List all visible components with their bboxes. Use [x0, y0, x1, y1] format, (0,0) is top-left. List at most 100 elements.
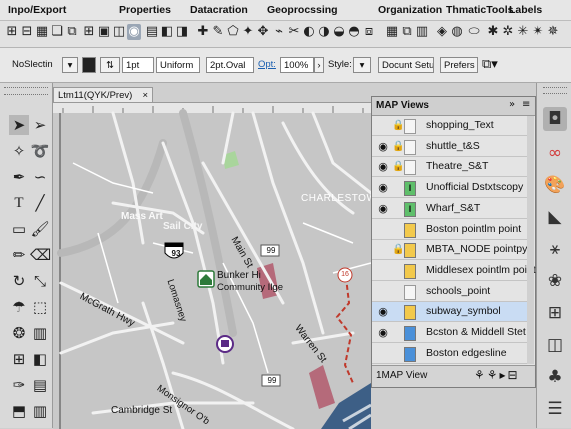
layer-row[interactable]: ◉ I Wharf_S&T	[372, 199, 527, 219]
document-tab[interactable]: Ltm11(QYK/Prev) ×	[53, 87, 153, 102]
layers-icon[interactable]: ❏	[50, 24, 64, 40]
snap-icon[interactable]: ✥	[256, 24, 270, 40]
order-icon[interactable]: ▥	[415, 24, 429, 40]
layers-panel-header[interactable]: MAP Views » ≡	[372, 97, 535, 116]
select-arrow-icon[interactable]: ➤	[9, 115, 29, 135]
menu-properties[interactable]: Properties	[119, 4, 171, 16]
layer-row[interactable]: schools_point	[372, 282, 527, 302]
chart-symbol-icon[interactable]: ◍	[450, 24, 464, 40]
view-icon[interactable]: ▤	[145, 24, 159, 40]
cloud-icon[interactable]: ∞	[543, 141, 567, 165]
copy-icon[interactable]: ⧉	[65, 24, 79, 40]
graph-icon[interactable]: ▥	[30, 323, 50, 343]
artboard-icon[interactable]: ⬒	[9, 401, 29, 421]
gradient-icon[interactable]: ◧	[30, 349, 50, 369]
tools-grip[interactable]	[4, 87, 48, 95]
stroke-swatch[interactable]	[82, 57, 96, 73]
grid-icon[interactable]: ⊞	[82, 24, 96, 40]
style-dropdown[interactable]: ▾	[353, 57, 371, 73]
align-icon[interactable]: ⊞	[543, 301, 567, 325]
export-icon[interactable]: ⊞	[5, 24, 19, 40]
line-create-icon[interactable]: ✎	[211, 24, 225, 40]
organize-icon[interactable]: ▦	[385, 24, 399, 40]
polygon-create-icon[interactable]: ⬠	[226, 24, 240, 40]
pen-icon[interactable]: ✒	[9, 167, 29, 187]
color-palette-icon[interactable]: 🎨	[543, 173, 567, 197]
lock-icon[interactable]: 🔒	[392, 160, 404, 173]
gradient-panel-icon[interactable]: ◣	[543, 205, 567, 229]
rectangle-icon[interactable]: ▭	[9, 219, 29, 239]
point-create-icon[interactable]: ✚	[196, 24, 210, 40]
layer-row[interactable]: Boston pointlm point	[372, 220, 527, 240]
visibility-eye-icon[interactable]: ◉	[376, 305, 390, 318]
graduated-icon[interactable]: ◈	[435, 24, 449, 40]
document-setup-button[interactable]: Docunt Setup	[378, 57, 434, 73]
symbol-sprayer-icon[interactable]: ❂	[9, 323, 29, 343]
pencil-icon[interactable]: ✏	[9, 245, 29, 265]
merge-icon[interactable]: ◓	[347, 24, 361, 40]
panel-menu-icon[interactable]: ≡	[522, 99, 530, 110]
buffer-icon[interactable]: ⌁	[272, 24, 286, 40]
opacity-dropdown[interactable]: ›	[314, 57, 324, 73]
panel-actions-icon[interactable]: ⚘⚘▸⊟	[474, 368, 520, 382]
layer-row[interactable]: ◉ Bcston & Middell Stet	[372, 323, 527, 343]
menu-import-export[interactable]: Inpo/Export	[8, 4, 66, 16]
mesh-icon[interactable]: ⊞	[9, 349, 29, 369]
panel-collapse-icon[interactable]: »	[509, 99, 515, 110]
split-icon[interactable]: ⧈	[362, 24, 376, 40]
layer-row[interactable]: Boston edgesline	[372, 344, 527, 364]
menu-thematic-tools[interactable]: ThmaticTools	[446, 4, 513, 16]
ellipse-icon[interactable]: ⬭	[467, 24, 481, 40]
union-icon[interactable]: ◐	[302, 24, 316, 40]
symbols-icon[interactable]: ❀	[543, 269, 567, 293]
brush-icon[interactable]: 🖌	[30, 219, 50, 239]
eyedropper-icon[interactable]: ✑	[9, 375, 29, 395]
visibility-eye-icon[interactable]: ◉	[376, 326, 390, 339]
menu-datacreation[interactable]: Datacration	[190, 4, 248, 16]
label-settings-icon[interactable]: ✲	[501, 24, 515, 40]
layer-row[interactable]: 🔒 MBTA_NODE pointpy	[372, 240, 527, 261]
style-icon[interactable]: ◧	[160, 24, 174, 40]
group-icon[interactable]: ⧉	[400, 24, 414, 40]
line-icon[interactable]: ╱	[30, 193, 50, 213]
close-tab-icon[interactable]: ×	[142, 88, 148, 103]
magic-wand-icon[interactable]: ✧	[9, 141, 29, 161]
menu-geoprocessing[interactable]: Geoprocssing	[267, 4, 338, 16]
eraser-icon[interactable]: ⌫	[30, 245, 51, 265]
preferences-button[interactable]: Prefers	[440, 57, 478, 73]
curvature-icon[interactable]: ∽	[30, 167, 50, 187]
edit-vertex-icon[interactable]: ✦	[241, 24, 255, 40]
table-icon[interactable]: ▦	[35, 24, 49, 40]
lock-icon[interactable]: 🔒	[392, 243, 404, 256]
menu-labels[interactable]: Labels	[509, 4, 542, 16]
menu-organization[interactable]: Organization	[378, 4, 442, 16]
slice-icon[interactable]: ▥	[30, 401, 50, 421]
layer-row[interactable]: ◉ 🔒 shuttle_t&S	[372, 137, 527, 157]
map-canvas[interactable]: CHARLESTOW Mass Art Sail City Main St Bu…	[53, 102, 371, 429]
intersect-icon[interactable]: ◑	[317, 24, 331, 40]
club-icon[interactable]: ♣	[543, 365, 567, 389]
visibility-eye-icon[interactable]: ◉	[376, 160, 390, 173]
stroke-profile-select[interactable]: Uniform	[156, 57, 200, 73]
stroke-stepper[interactable]: ⇅	[100, 57, 120, 73]
opacity-field[interactable]: 100%	[280, 57, 314, 73]
type-icon[interactable]: T	[9, 193, 29, 213]
label-remove-icon[interactable]: ✵	[546, 24, 560, 40]
color-icon[interactable]: ◨	[175, 24, 189, 40]
lock-icon[interactable]: 🔒	[392, 119, 404, 132]
attribute-icon[interactable]: ▣	[97, 24, 111, 40]
brushes-icon[interactable]: ⚹	[543, 237, 567, 261]
label-icon[interactable]: ✱	[486, 24, 500, 40]
layer-row[interactable]: Middlesex pointlm point	[372, 261, 536, 281]
free-transform-icon[interactable]: ⬚	[30, 297, 50, 317]
properties-icon[interactable]: ◉	[127, 24, 141, 40]
layers-scrollbar[interactable]	[527, 116, 534, 364]
arrange-icon[interactable]: ⧉▾	[482, 57, 498, 72]
label-move-icon[interactable]: ✳	[516, 24, 530, 40]
direct-select-icon[interactable]: ➢	[30, 115, 50, 135]
brush-select[interactable]: 2pt.Oval	[206, 57, 254, 73]
map-svg[interactable]	[53, 103, 371, 429]
fill-swatch[interactable]: ▾	[62, 57, 78, 73]
visibility-eye-icon[interactable]: ◉	[376, 181, 390, 194]
scale-icon[interactable]: ⤡	[30, 271, 50, 291]
